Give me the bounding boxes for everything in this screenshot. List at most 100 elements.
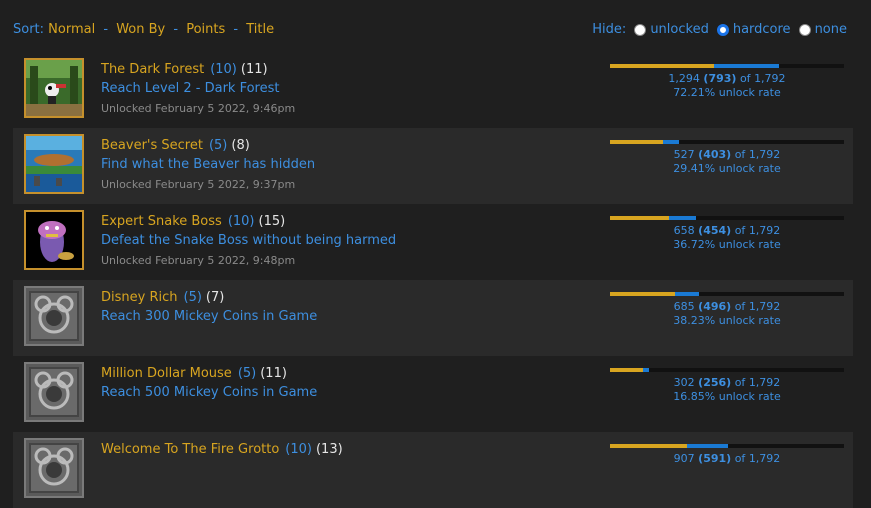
hardcore-unlock-count: (591)	[698, 452, 732, 465]
softcore-progress-fill	[687, 444, 729, 448]
sort-points-link[interactable]: Points	[186, 22, 225, 37]
total-players: 1,792	[748, 452, 781, 465]
achievement-unlock-date: Unlocked February 5 2022, 9:46pm	[101, 102, 296, 115]
achievement-description[interactable]: Find what the Beaver has hidden	[101, 155, 315, 175]
hardcore-progress-fill	[610, 140, 663, 144]
achievement-title-line: Disney Rich (5) (7)	[101, 288, 317, 308]
achievement-info: Disney Rich (5) (7) Reach 300 Mickey Coins…	[101, 288, 317, 330]
achievement-points: (10)	[285, 442, 312, 457]
achievement-description[interactable]	[101, 459, 343, 479]
top-bar: Sort: Normal - Won By - Points - Title H…	[0, 0, 871, 56]
hardcore-unlock-count: (793)	[703, 72, 737, 85]
achievement-true-points: (13)	[315, 442, 343, 457]
achievement-true-points: (15)	[258, 214, 286, 229]
unlock-progress-bar	[610, 292, 844, 296]
of-label: of	[734, 452, 746, 465]
unlock-rate: 38.23% unlock rate	[673, 314, 781, 327]
achievement-description[interactable]: Reach Level 2 - Dark Forest	[101, 79, 295, 99]
unlock-rate: 29.41% unlock rate	[673, 162, 781, 175]
achievement-title-line: Million Dollar Mouse (5) (11)	[101, 364, 317, 384]
achievement-badge-icon[interactable]	[24, 286, 84, 346]
achievement-title-line: Expert Snake Boss (10) (15)	[101, 212, 396, 232]
hardcore-progress-fill	[610, 216, 670, 220]
hardcore-progress-fill	[610, 368, 644, 372]
achievement-title[interactable]: Expert Snake Boss	[101, 214, 222, 229]
achievement-title[interactable]: Disney Rich	[101, 290, 178, 305]
hide-hardcore-radio[interactable]	[716, 23, 729, 36]
achievement-info: Expert Snake Boss (10) (15) Defeat the Sna…	[101, 212, 396, 267]
unlock-progress-bar	[610, 444, 844, 448]
hardcore-progress-fill	[610, 444, 688, 448]
sort-title-link[interactable]: Title	[246, 22, 274, 37]
hide-unlocked-label[interactable]: unlocked	[650, 22, 709, 37]
of-label: of	[734, 148, 746, 161]
achievement-title-line: Beaver's Secret (5) (8)	[101, 136, 315, 156]
achievement-points: (10)	[227, 214, 255, 229]
achievement-row: Expert Snake Boss (10) (15) Defeat the Sna…	[13, 204, 853, 280]
total-players: 1,792	[748, 300, 781, 313]
achievement-row: The Dark Forest (10) (11) Reach Level 2 - …	[13, 52, 853, 128]
achievement-badge-icon[interactable]	[24, 58, 84, 118]
achievement-progress: 658 (454) of 1,792 36.72% unlock rate	[610, 216, 844, 252]
achievement-points: (10)	[210, 62, 237, 77]
hardcore-unlock-count: (403)	[698, 148, 732, 161]
achievement-badge-icon[interactable]	[24, 134, 84, 194]
achievement-points: (5)	[208, 138, 228, 153]
achievement-progress: 907 (591) of 1,792	[610, 444, 844, 466]
total-players: 1,792	[754, 72, 786, 85]
sort-separator: -	[233, 22, 239, 37]
achievement-true-points: (11)	[240, 62, 268, 77]
unlock-stats: 907 (591) of 1,792	[610, 452, 844, 466]
achievement-unlock-date: Unlocked February 5 2022, 9:37pm	[101, 178, 296, 191]
sort-won-by-link[interactable]: Won By	[116, 22, 165, 37]
softcore-progress-fill	[674, 292, 700, 296]
achievement-description[interactable]: Defeat the Snake Boss without being harm…	[101, 231, 396, 251]
achievement-title[interactable]: Beaver's Secret	[101, 138, 203, 153]
achievement-info: Million Dollar Mouse (5) (11) Reach 500 Mi…	[101, 364, 317, 406]
achievement-true-points: (11)	[260, 366, 287, 381]
hide-unlocked-radio[interactable]	[634, 23, 647, 36]
softcore-unlock-count: 907	[673, 452, 695, 465]
hide-controls: Hide: unlocked hardcore none	[592, 22, 853, 37]
achievement-info: Welcome To The Fire Grotto (10) (13)	[101, 440, 343, 482]
unlock-progress-bar	[610, 216, 844, 220]
of-label: of	[734, 224, 746, 237]
achievement-title[interactable]: Welcome To The Fire Grotto	[101, 442, 279, 457]
achievement-list: The Dark Forest (10) (11) Reach Level 2 - …	[13, 52, 853, 508]
achievement-badge-icon[interactable]	[24, 362, 84, 422]
unlock-stats: 1,294 (793) of 1,792 72.21% unlock rate	[610, 72, 844, 100]
softcore-progress-fill	[669, 216, 696, 220]
hide-none-radio[interactable]	[798, 23, 811, 36]
of-label: of	[739, 72, 751, 85]
total-players: 1,792	[748, 224, 781, 237]
softcore-unlock-count: 685	[673, 300, 695, 313]
unlock-rate: 36.72% unlock rate	[673, 238, 781, 251]
hide-label: Hide:	[592, 22, 627, 37]
achievement-true-points: (7)	[205, 290, 225, 305]
softcore-progress-fill	[662, 140, 679, 144]
achievement-points: (5)	[183, 290, 202, 305]
unlock-stats: 527 (403) of 1,792 29.41% unlock rate	[610, 148, 844, 176]
softcore-progress-fill	[643, 368, 650, 372]
softcore-unlock-count: 527	[673, 148, 695, 161]
softcore-unlock-count: 658	[673, 224, 695, 237]
hardcore-progress-fill	[610, 292, 675, 296]
achievement-title-line: Welcome To The Fire Grotto (10) (13)	[101, 440, 343, 460]
achievement-title[interactable]: Million Dollar Mouse	[101, 366, 232, 381]
hardcore-unlock-count: (496)	[698, 300, 732, 313]
achievement-title[interactable]: The Dark Forest	[101, 62, 204, 77]
sort-normal-link[interactable]: Normal	[48, 22, 95, 37]
achievement-badge-icon[interactable]	[24, 210, 84, 270]
of-label: of	[734, 300, 746, 313]
achievement-true-points: (8)	[231, 138, 250, 153]
hide-hardcore-label[interactable]: hardcore	[733, 22, 791, 37]
achievement-description[interactable]: Reach 500 Mickey Coins in Game	[101, 383, 317, 403]
achievement-progress: 527 (403) of 1,792 29.41% unlock rate	[610, 140, 844, 176]
achievement-description[interactable]: Reach 300 Mickey Coins in Game	[101, 307, 317, 327]
unlock-rate: 72.21% unlock rate	[673, 86, 781, 99]
achievement-badge-icon[interactable]	[24, 438, 84, 498]
total-players: 1,792	[748, 376, 781, 389]
sort-label: Sort:	[13, 22, 45, 37]
achievement-unlock-date: Unlocked February 5 2022, 9:48pm	[101, 254, 296, 267]
hide-none-label[interactable]: none	[815, 22, 847, 37]
